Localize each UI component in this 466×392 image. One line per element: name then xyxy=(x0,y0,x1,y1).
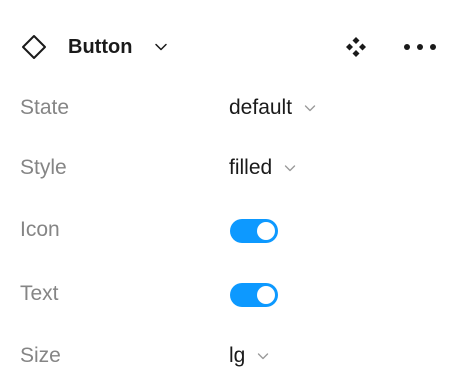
more-horizontal-icon[interactable] xyxy=(401,34,439,60)
size-dropdown[interactable]: lg xyxy=(229,342,270,370)
chevron-down-icon[interactable] xyxy=(303,101,317,115)
property-label: State xyxy=(20,96,70,119)
property-label: Text xyxy=(20,282,59,305)
property-row-size: Size lg xyxy=(0,336,466,376)
component-diamond-icon xyxy=(21,34,47,60)
state-dropdown[interactable]: default xyxy=(229,94,317,122)
toggle-knob xyxy=(257,222,275,240)
dropdown-value[interactable]: lg xyxy=(229,342,245,370)
toggle-knob xyxy=(257,286,275,304)
instance-diamonds-icon[interactable] xyxy=(343,34,369,60)
property-label: Style xyxy=(20,156,67,179)
panel-header: Button xyxy=(0,22,466,70)
text-toggle[interactable] xyxy=(230,283,278,307)
property-row-icon: Icon xyxy=(0,210,466,250)
chevron-down-icon[interactable] xyxy=(283,161,297,175)
icon-toggle[interactable] xyxy=(230,219,278,243)
dropdown-value[interactable]: filled xyxy=(229,154,272,182)
property-row-text: Text xyxy=(0,274,466,314)
component-properties-panel: Button State default Style filled Icon T… xyxy=(0,0,466,392)
property-row-state: State default xyxy=(0,88,466,128)
property-row-style: Style filled xyxy=(0,148,466,188)
chevron-down-icon[interactable] xyxy=(153,39,169,55)
property-label: Size xyxy=(20,344,61,367)
chevron-down-icon[interactable] xyxy=(256,349,270,363)
component-title[interactable]: Button xyxy=(68,34,132,60)
dropdown-value[interactable]: default xyxy=(229,94,292,122)
property-label: Icon xyxy=(20,218,60,241)
style-dropdown[interactable]: filled xyxy=(229,154,297,182)
